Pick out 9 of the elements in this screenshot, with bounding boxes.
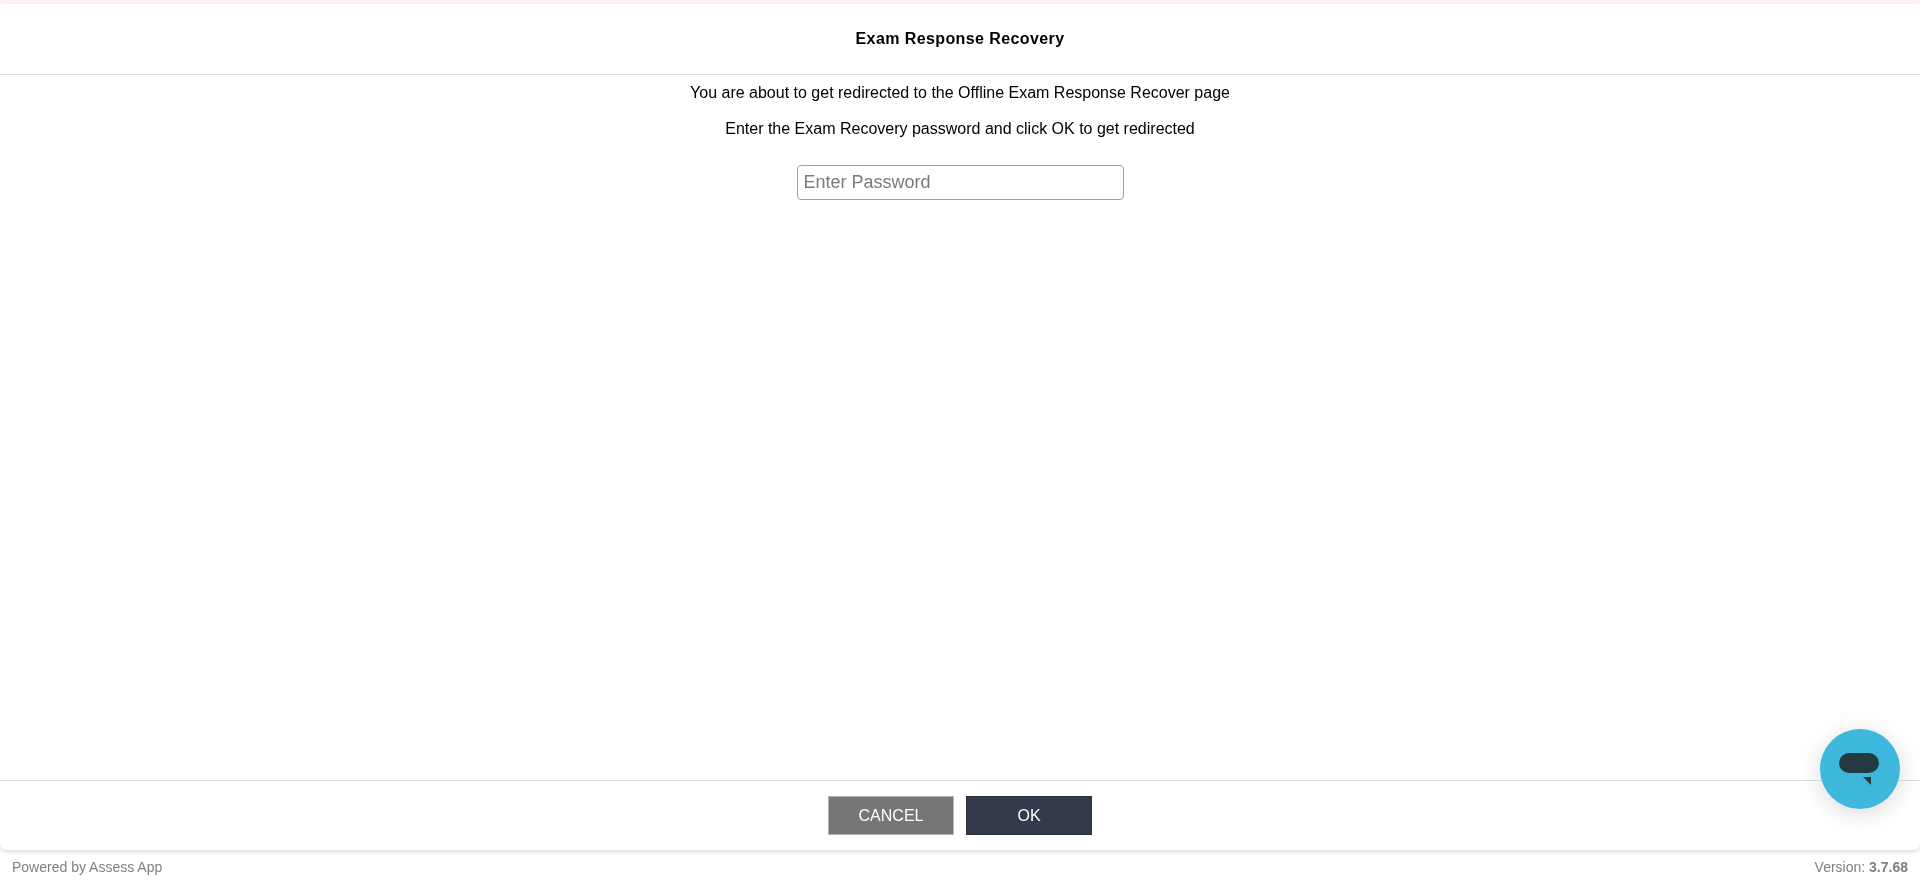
dialog-message: Enter the Exam Recovery password and click OK to get redirected bbox=[725, 119, 1195, 139]
cancel-button[interactable]: CANCEL bbox=[828, 796, 954, 835]
chat-icon bbox=[1839, 753, 1881, 785]
dialog-title: Exam Response Recovery bbox=[855, 29, 1065, 49]
dialog-message: You are about to get redirected to the Offline Exam Response Recover page bbox=[690, 83, 1230, 103]
version-text: Version: 3.7.68 bbox=[1814, 857, 1908, 877]
password-field[interactable]: Enter Password bbox=[796, 165, 1124, 200]
powered-by-text: Powered by Assess App bbox=[12, 857, 163, 877]
ok-button[interactable]: OK bbox=[966, 796, 1092, 835]
